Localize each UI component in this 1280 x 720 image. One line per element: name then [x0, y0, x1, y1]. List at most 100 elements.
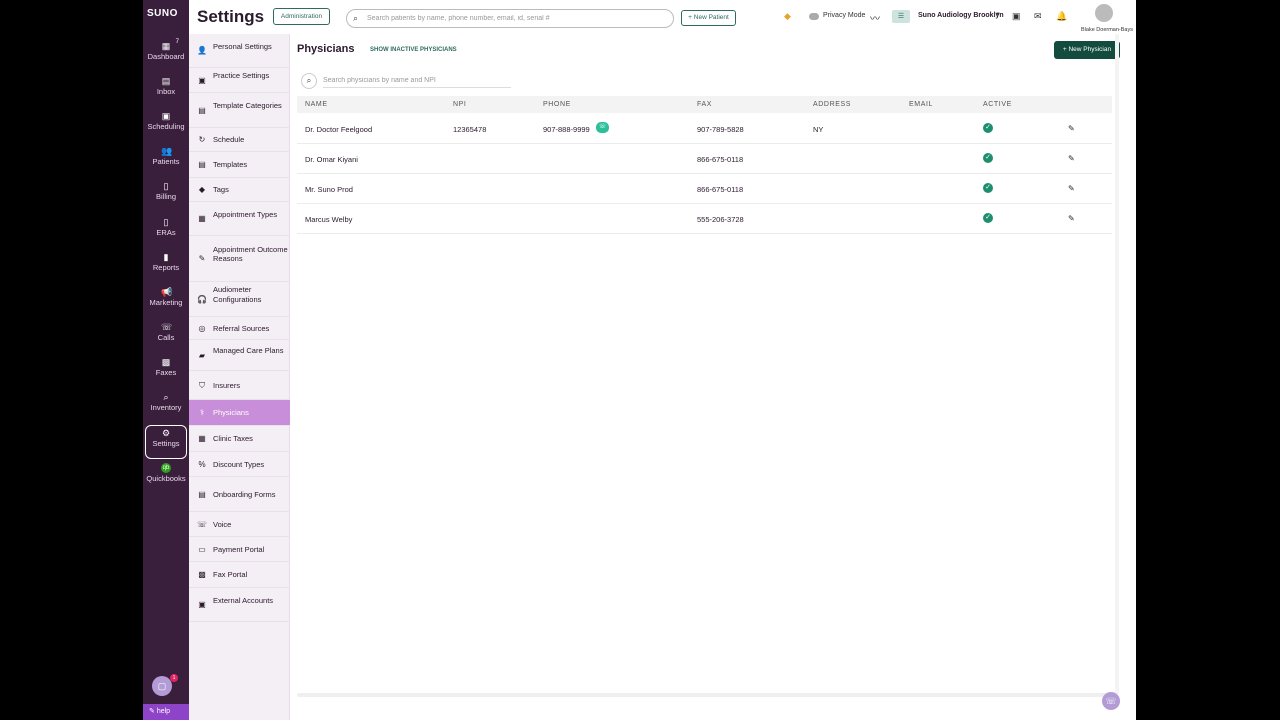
settings-nav-personal-settings[interactable]: 👤 Personal Settings: [189, 34, 290, 68]
settings-nav-fax-portal[interactable]: ▩ Fax Portal: [189, 562, 290, 588]
settings-nav-label: Tags: [213, 185, 229, 195]
rail-item-calls[interactable]: ☏ Calls: [143, 320, 189, 354]
rail-item-dashboard[interactable]: ▦ Dashboard 7: [143, 39, 189, 73]
rail-item-scheduling[interactable]: ▣ Scheduling: [143, 109, 189, 143]
settings-nav-label: Referral Sources: [213, 323, 270, 333]
global-search-input[interactable]: [367, 12, 667, 25]
administration-button[interactable]: Administration: [273, 8, 330, 25]
table-row[interactable]: Dr. Doctor Feelgood 12365478 907-888-9999 ☏…: [297, 114, 1112, 144]
privacy-mode-toggle[interactable]: [809, 13, 819, 20]
column-header-name[interactable]: NAME: [305, 101, 328, 108]
bell-icon[interactable]: 🔔: [1056, 11, 1067, 22]
rail-item-label: Settings: [152, 439, 180, 448]
settings-nav-label: Discount Types: [213, 459, 265, 469]
active-check-icon: ✓: [983, 153, 993, 163]
vertical-scrollbar[interactable]: [1115, 34, 1119, 694]
table-row[interactable]: Dr. Omar Kiyani 866-675-0118 ✓ ✎: [297, 144, 1112, 174]
top-header: Settings Administration ⌕ + New Patient …: [189, 0, 1136, 34]
new-physician-button[interactable]: + New Physician: [1054, 41, 1120, 59]
rail-item-settings[interactable]: ⚙ Settings: [145, 425, 187, 459]
physicians-icon: ⚕: [199, 408, 205, 417]
rail-item-faxes[interactable]: ▩ Faxes: [143, 355, 189, 389]
rail-item-label: Dashboard: [147, 52, 185, 61]
patients-icon: 👥: [161, 146, 173, 156]
settings-nav-practice-settings[interactable]: ▣ Practice Settings: [189, 68, 290, 93]
physician-search-input[interactable]: [323, 74, 511, 88]
rail-item-reports[interactable]: ▮ Reports: [143, 250, 189, 284]
settings-nav-appointment-outcome-reasons[interactable]: ✎ Appointment Outcome Reasons: [189, 236, 290, 282]
clinic-taxes-icon: ▦: [198, 434, 206, 443]
avatar[interactable]: [1095, 4, 1113, 22]
inventory-icon: ⌕: [163, 392, 169, 402]
billing-icon: ▯: [163, 181, 169, 191]
chevron-down-icon[interactable]: ▼: [995, 12, 1001, 18]
rewards-icon[interactable]: ◆: [784, 11, 791, 22]
dashboard-icon: ▦: [161, 41, 171, 51]
column-header-phone[interactable]: PHONE: [543, 101, 571, 108]
active-check-icon: ✓: [983, 183, 993, 193]
settings-nav: 👤 Personal Settings ▣ Practice Settings ▤ Tem…: [189, 34, 290, 720]
cell-name: Dr. Omar Kiyani: [305, 155, 358, 164]
show-inactive-physicians-link[interactable]: SHOW INACTIVE PHYSICIANS: [370, 47, 457, 53]
column-header-email[interactable]: EMAIL: [909, 101, 933, 108]
settings-nav-external-accounts[interactable]: ▣ External Accounts: [189, 588, 290, 622]
column-header-npi[interactable]: NPI: [453, 101, 466, 108]
settings-nav-onboarding-forms[interactable]: ▤ Onboarding Forms: [189, 477, 290, 512]
inbox-icon: ▤: [161, 76, 171, 86]
column-header-active[interactable]: ACTIVE: [983, 101, 1012, 108]
rail-item-billing[interactable]: ▯ Billing: [143, 179, 189, 213]
settings-nav-voice[interactable]: ☏ Voice: [189, 512, 290, 537]
settings-nav-appointment-types[interactable]: ▦ Appointment Types: [189, 202, 290, 236]
horizontal-scrollbar[interactable]: [297, 693, 1112, 697]
reports-icon: ▮: [163, 252, 169, 262]
table-row[interactable]: Mr. Suno Prod 866-675-0118 ✓ ✎: [297, 174, 1112, 204]
edit-icon[interactable]: ✎: [1068, 214, 1075, 223]
global-search[interactable]: ⌕: [346, 9, 674, 28]
briefcase-icon[interactable]: ▣: [1012, 11, 1021, 22]
table-row[interactable]: Marcus Welby 555-206-3728 ✓ ✎: [297, 204, 1112, 234]
chat-icon[interactable]: ▢: [152, 676, 172, 696]
settings-nav-template-categories[interactable]: ▤ Template Categories: [189, 93, 290, 128]
column-header-address[interactable]: ADDRESS: [813, 101, 851, 108]
settings-nav-referral-sources[interactable]: ◎ Referral Sources: [189, 317, 290, 340]
practice-settings-icon: ▣: [198, 75, 206, 85]
settings-nav-clinic-taxes[interactable]: ▦ Clinic Taxes: [189, 426, 290, 452]
calls-icon: ☏: [161, 322, 173, 332]
settings-nav-discount-types[interactable]: % Discount Types: [189, 452, 290, 477]
new-patient-button[interactable]: + New Patient: [681, 10, 736, 26]
clinic-selector[interactable]: Suno Audiology Brooklyn: [918, 12, 1004, 19]
search-icon[interactable]: ⌕: [301, 73, 317, 89]
activity-icon[interactable]: 〰: [870, 10, 880, 25]
edit-icon[interactable]: ✎: [1068, 184, 1075, 193]
rail-item-inbox[interactable]: ▤ Inbox: [143, 74, 189, 108]
call-phone-icon[interactable]: ☏: [596, 122, 609, 133]
settings-nav-label: Clinic Taxes: [213, 434, 253, 444]
column-header-fax[interactable]: FAX: [697, 101, 712, 108]
rail-item-marketing[interactable]: 📢 Marketing: [143, 285, 189, 319]
main-nav-rail: SUNO ▦ Dashboard 7 ▤ Inbox ▣ Scheduling 👥 Patien…: [143, 0, 193, 720]
settings-nav-tags[interactable]: ◆ Tags: [189, 178, 290, 202]
phone-icon[interactable]: ☏: [1102, 692, 1120, 710]
settings-nav-label: Personal Settings: [213, 41, 272, 51]
cell-name: Dr. Doctor Feelgood: [305, 125, 373, 134]
cell-fax: 866-675-0118: [697, 155, 744, 164]
edit-icon[interactable]: ✎: [1068, 154, 1075, 163]
settings-nav-templates[interactable]: ▤ Templates: [189, 152, 290, 178]
settings-nav-schedule[interactable]: ↻ Schedule: [189, 128, 290, 152]
settings-nav-payment-portal[interactable]: ▭ Payment Portal: [189, 537, 290, 562]
edit-icon[interactable]: ✎: [1068, 124, 1075, 133]
discount-types-icon: %: [198, 459, 206, 469]
settings-nav-audiometer-configurations[interactable]: 🎧 Audiometer Configurations: [189, 282, 290, 317]
rail-item-patients[interactable]: 👥 Patients: [143, 144, 189, 178]
settings-nav-managed-care-plans[interactable]: ▰ Managed Care Plans: [189, 340, 290, 371]
rail-item-eras[interactable]: ▯ ERAs: [143, 215, 189, 249]
template-categories-icon: ▤: [198, 105, 206, 115]
rail-item-quickbooks[interactable]: qb Quickbooks: [143, 461, 189, 495]
mail-icon[interactable]: ✉: [1034, 11, 1042, 22]
settings-nav-insurers[interactable]: ⛉ Insurers: [189, 371, 290, 400]
personal-settings-icon: 👤: [197, 46, 207, 55]
settings-nav-physicians[interactable]: ⚕ Physicians: [189, 400, 290, 426]
cell-address: NY: [813, 125, 824, 134]
rail-item-inventory[interactable]: ⌕ Inventory: [143, 390, 189, 424]
help-button[interactable]: ✎ help: [143, 704, 193, 720]
